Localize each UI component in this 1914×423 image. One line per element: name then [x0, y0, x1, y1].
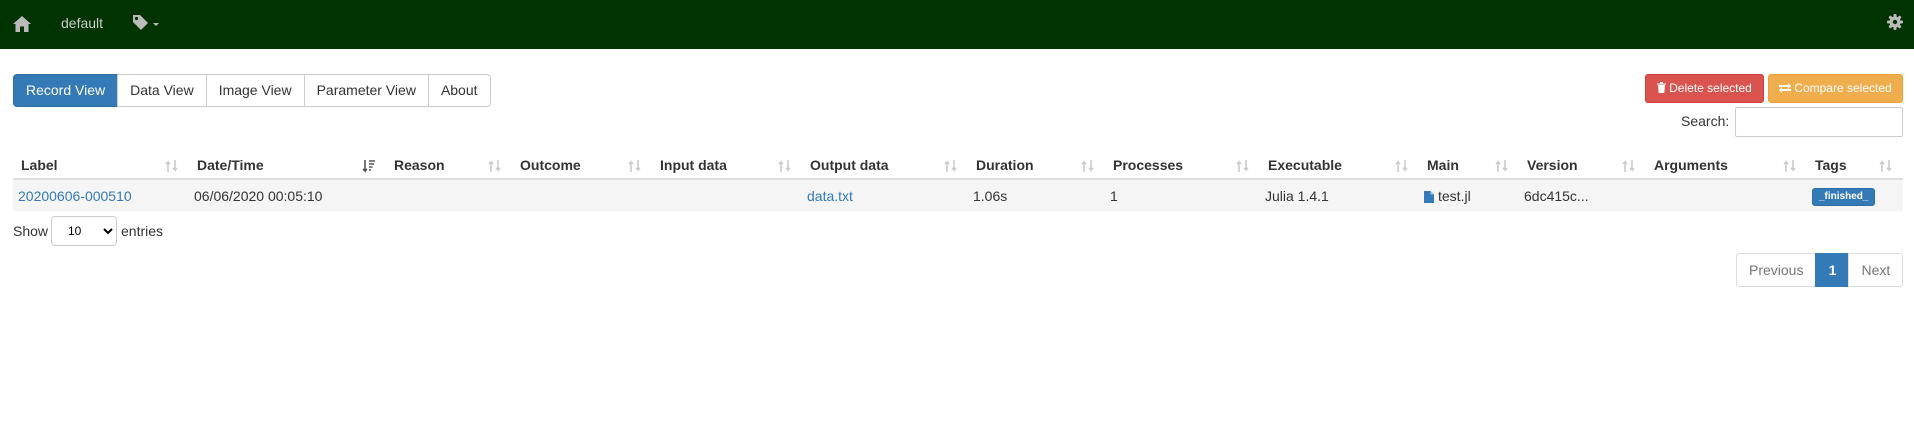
- cell-reason: [386, 179, 512, 211]
- cell-outcome: [512, 179, 652, 211]
- column-header-arguments[interactable]: Arguments: [1646, 151, 1807, 180]
- column-header-main[interactable]: Main: [1419, 151, 1519, 180]
- sort-icon: [1622, 160, 1635, 172]
- cell-input-data: [652, 179, 802, 211]
- compare-selected-button[interactable]: Compare selected: [1768, 74, 1903, 103]
- sort-icon: [1879, 160, 1892, 172]
- tab-image-view[interactable]: Image View: [205, 74, 305, 107]
- cell-duration: 1.06s: [968, 179, 1105, 211]
- column-header-text: Label: [21, 156, 58, 173]
- entries-label: entries: [121, 223, 164, 239]
- file-icon: [1424, 190, 1434, 203]
- sort-icon: [488, 160, 501, 172]
- show-label: Show: [13, 223, 49, 239]
- column-header-text: Outcome: [520, 156, 581, 173]
- column-header-text: Output data: [810, 156, 889, 173]
- gear-icon[interactable]: [1887, 14, 1903, 30]
- column-header-text: Reason: [394, 156, 445, 173]
- pagination: Previous 1 Next: [1736, 253, 1904, 287]
- tag-badge[interactable]: _finished_: [1812, 187, 1876, 206]
- home-icon[interactable]: [12, 14, 32, 34]
- tab-data-view[interactable]: Data View: [117, 74, 207, 107]
- cell-main: test.jl: [1419, 179, 1519, 211]
- column-header-text: Main: [1427, 156, 1459, 173]
- cell-version: 6dc415c...: [1519, 179, 1646, 211]
- project-name-link[interactable]: default: [61, 15, 103, 31]
- column-header-processes[interactable]: Processes: [1105, 151, 1260, 180]
- column-header-text: Version: [1527, 156, 1578, 173]
- entries-select[interactable]: 10: [51, 216, 117, 246]
- cell-output-data: data.txt: [802, 179, 968, 211]
- view-tabs: Record View Data View Image View Paramet…: [13, 74, 491, 107]
- column-header-text: Tags: [1815, 156, 1847, 173]
- sort-icon: [1081, 160, 1094, 172]
- cell-processes: 1: [1105, 179, 1260, 211]
- record-label-link[interactable]: 20200606-000510: [18, 188, 132, 204]
- column-header-text: Duration: [976, 156, 1034, 173]
- trash-icon: [1657, 82, 1667, 93]
- cell-label: 20200606-000510: [13, 179, 189, 211]
- main-file-name: test.jl: [1438, 187, 1471, 204]
- swap-icon: [1779, 83, 1792, 93]
- cell-datetime: 06/06/2020 00:05:10: [189, 179, 386, 211]
- column-header-label[interactable]: Label: [13, 151, 189, 180]
- navbar: default: [0, 0, 1914, 49]
- column-header-text: Input data: [660, 156, 727, 173]
- column-header-text: Date/Time: [197, 156, 264, 173]
- search-input[interactable]: [1735, 107, 1903, 137]
- sort-icon: [944, 160, 957, 172]
- sort-icon: [628, 160, 641, 172]
- column-header-version[interactable]: Version: [1519, 151, 1646, 180]
- tab-record-view[interactable]: Record View: [13, 74, 119, 107]
- column-header-text: Arguments: [1654, 156, 1728, 173]
- column-header-output-data[interactable]: Output data: [802, 151, 968, 180]
- column-header-text: Processes: [1113, 156, 1184, 173]
- tab-about[interactable]: About: [427, 74, 491, 107]
- next-page-button[interactable]: Next: [1848, 253, 1904, 287]
- records-table: Label Date/Time Reason Outcome Input dat…: [13, 151, 1903, 211]
- tab-parameter-view[interactable]: Parameter View: [303, 74, 429, 107]
- sort-icon: [778, 160, 791, 172]
- search-label: Search:: [1681, 113, 1730, 129]
- sort-icon: [165, 160, 178, 172]
- sort-icon: [1495, 160, 1508, 172]
- table-row[interactable]: 20200606-000510 06/06/2020 00:05:10 data…: [13, 179, 1903, 211]
- sort-icon: [1783, 160, 1796, 172]
- column-header-outcome[interactable]: Outcome: [512, 151, 652, 180]
- column-header-text: Executable: [1268, 156, 1342, 173]
- previous-page-button[interactable]: Previous: [1736, 253, 1817, 287]
- compare-selected-label: Compare selected: [1794, 81, 1892, 95]
- column-header-input-data[interactable]: Input data: [652, 151, 802, 180]
- sort-desc-icon: [362, 160, 375, 173]
- page-1-button[interactable]: 1: [1815, 253, 1850, 287]
- tag-icon: [133, 15, 159, 30]
- output-data-link[interactable]: data.txt: [807, 188, 853, 204]
- column-header-duration[interactable]: Duration: [968, 151, 1105, 180]
- column-header-datetime[interactable]: Date/Time: [189, 151, 386, 180]
- column-header-executable[interactable]: Executable: [1260, 151, 1419, 180]
- sort-icon: [1236, 160, 1249, 172]
- sort-icon: [1395, 160, 1408, 172]
- cell-arguments: [1646, 179, 1807, 211]
- column-header-tags[interactable]: Tags: [1807, 151, 1903, 180]
- cell-tags: _finished_: [1807, 179, 1903, 211]
- cell-executable: Julia 1.4.1: [1260, 179, 1419, 211]
- tags-dropdown[interactable]: [132, 14, 162, 34]
- table-header-row: Label Date/Time Reason Outcome Input dat…: [13, 151, 1903, 180]
- column-header-reason[interactable]: Reason: [386, 151, 512, 180]
- delete-selected-button[interactable]: Delete selected: [1645, 74, 1764, 103]
- delete-selected-label: Delete selected: [1669, 81, 1752, 95]
